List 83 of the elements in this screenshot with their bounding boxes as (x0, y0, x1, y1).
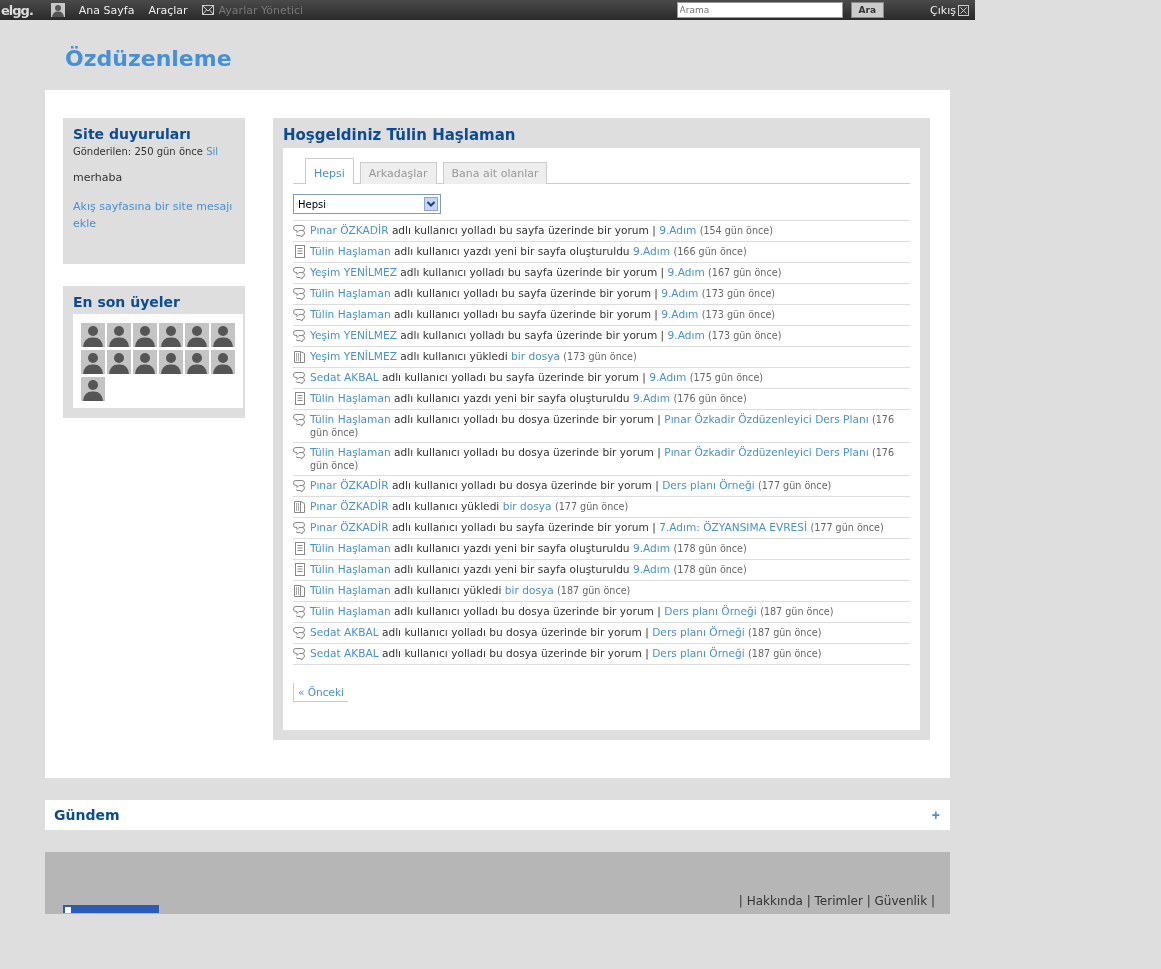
nav-link[interactable]: Ana Sayfa (78, 3, 135, 17)
user-link[interactable]: Yeşim YENİLMEZ (310, 266, 397, 278)
panel-title: Site duyuruları (73, 126, 192, 142)
item-link[interactable]: bir dosya (511, 350, 560, 362)
activity-text: Sedat AKBAL adlı kullanıcı yolladı bu dosya üzerinde bir yorum | Ders planı Örneği (187 gün önce) (310, 626, 823, 639)
item-link[interactable]: Ders planı Örneği (652, 647, 745, 659)
item-link[interactable]: 9.Adım (659, 224, 697, 236)
item-link[interactable]: bir dosya (502, 500, 552, 512)
activity-text: Pınar ÖZKADİR adlı kullanıcı yolladı bu dosya üzerinde bir yorum | Ders planı Örneği (177 gün önce) (310, 479, 833, 492)
nav-link[interactable]: Ayarlar Yönetici (218, 3, 304, 17)
site-logo[interactable]: elgg. (1, 2, 33, 18)
filter-dropdown[interactable]: Hepsi (293, 194, 441, 214)
item-link[interactable]: Ders planı Örneği (662, 479, 755, 491)
search-field[interactable]: Arama (676, 2, 843, 18)
delete-link[interactable]: Sil (206, 146, 219, 157)
activity-text: Tülin Haşlaman adlı kullanıcı yükledi bir dosya (187 gün önce) (310, 584, 632, 597)
item-link[interactable]: bir dosya (504, 584, 554, 596)
item-link[interactable]: 9.Adım (661, 308, 699, 320)
activity-text: Tülin Haşlaman adlı kullanıcı yolladı bu dosya üzerinde bir yorum | Pınar Özkadir Özdüzenleyici Ders Planı (176 gün önce) (310, 446, 895, 472)
posted-text: Gönderilen: 250 gün önce Sil (73, 146, 220, 157)
activity-text: Pınar ÖZKADİR adlı kullanıcı yükledi bir dosya (177 gün önce) (310, 500, 630, 513)
welcome-title: Hoşgeldiniz Tülin Haşlaman (283, 126, 517, 144)
activity-text: Tülin Haşlaman adlı kullanıcı yazdı yeni bir sayfa oluşturuldu 9.Adım (178 gün önce) (310, 563, 748, 576)
activity-text: Yeşim YENİLMEZ adlı kullanıcı yükledi bir dosya (173 gün önce) (310, 350, 638, 363)
activity-text: Pınar ÖZKADİR adlı kullanıcı yolladı bu sayfa üzerinde bir yorum | 9.Adım (154 gün önce) (310, 224, 774, 237)
footer-links: | Hakkında | Terimler | Güvenlik | (738, 894, 935, 908)
activity-text: Tülin Haşlaman adlı kullanıcı yolladı bu sayfa üzerinde bir yorum | 9.Adım (173 gün önce) (310, 287, 777, 300)
item-link[interactable]: 9.Adım (667, 266, 705, 278)
item-link[interactable]: 9.Adım (632, 542, 671, 554)
item-link[interactable]: Ders planı Örneği (664, 605, 757, 617)
user-link[interactable]: Pınar ÖZKADİR (310, 500, 389, 512)
activity-text: Tülin Haşlaman adlı kullanıcı yolladı bu sayfa üzerinde bir yorum | 9.Adım (173 gün önce) (310, 308, 777, 321)
panel-title: En son üyeler (73, 294, 181, 310)
item-link[interactable]: 9.Adım (632, 563, 671, 575)
activity-text: Yeşim YENİLMEZ adlı kullanıcı yolladı bu sayfa üzerinde bir yorum | 9.Adım (167 gün önce) (310, 266, 783, 279)
item-link[interactable]: 7.Adım: ÖZYANSIMA EVRESİ (659, 521, 808, 533)
previous-link[interactable]: « Önceki (293, 683, 348, 702)
nav-link[interactable]: Araçlar (148, 3, 188, 17)
user-link[interactable]: Pınar ÖZKADİR (310, 224, 389, 236)
user-link[interactable]: Tülin Haşlaman (310, 413, 391, 425)
filter-tab[interactable]: Hepsi (305, 158, 354, 184)
item-link[interactable]: 9.Adım (649, 371, 687, 383)
user-link[interactable]: Sedat AKBAL (310, 371, 379, 383)
item-link[interactable]: 9.Adım (632, 245, 671, 257)
announcement-text: merhaba (73, 171, 124, 184)
user-link[interactable]: Tülin Haşlaman (310, 446, 391, 458)
filter-tab[interactable]: Arkadaşlar (359, 162, 437, 184)
section-title: Gündem (54, 807, 120, 823)
expand-button[interactable]: + (927, 807, 944, 823)
activity-text: Sedat AKBAL adlı kullanıcı yolladı bu sayfa üzerinde bir yorum | 9.Adım (175 gün önce) (310, 371, 765, 384)
user-link[interactable]: Tülin Haşlaman (310, 563, 391, 575)
item-link[interactable]: Pınar Özkadir Özdüzenleyici Ders Planı (664, 413, 869, 425)
activity-text: Tülin Haşlaman adlı kullanıcı yazdı yeni bir sayfa oluşturuldu 9.Adım (166 gün önce) (310, 245, 748, 258)
user-link[interactable]: Pınar ÖZKADİR (310, 521, 389, 533)
activity-text: Pınar ÖZKADİR adlı kullanıcı yolladı bu sayfa üzerinde bir yorum | 7.Adım: ÖZYANSIMA EVRESİ (177 gün önce) (310, 521, 885, 534)
user-link[interactable]: Tülin Haşlaman (310, 605, 391, 617)
activity-text: Sedat AKBAL adlı kullanıcı yolladı bu dosya üzerinde bir yorum | Ders planı Örneği (187 gün önce) (310, 647, 823, 660)
item-link[interactable]: 9.Adım (667, 329, 705, 341)
activity-text: Yeşim YENİLMEZ adlı kullanıcı yolladı bu sayfa üzerinde bir yorum | 9.Adım (173 gün önce) (310, 329, 783, 342)
user-link[interactable]: Yeşim YENİLMEZ (310, 329, 397, 341)
user-link[interactable]: Sedat AKBAL (310, 626, 379, 638)
item-link[interactable]: Ders planı Örneği (652, 626, 745, 638)
user-link[interactable]: Tülin Haşlaman (310, 245, 391, 257)
page-title: Özdüzenleme (65, 45, 233, 73)
item-link[interactable]: 9.Adım (632, 392, 671, 404)
user-link[interactable]: Tülin Haşlaman (310, 287, 391, 299)
user-link[interactable]: Tülin Haşlaman (310, 584, 391, 596)
search-button[interactable]: Ara (850, 2, 885, 18)
add-message-link[interactable]: Akış sayfasına bir site mesajı ekle (73, 198, 235, 232)
activity-text: Tülin Haşlaman adlı kullanıcı yolladı bu dosya üzerinde bir yorum | Ders planı Örneği (187 gün önce) (310, 605, 835, 618)
logout-link[interactable]: Çıkış (930, 3, 956, 17)
activity-text: Tülin Haşlaman adlı kullanıcı yolladı bu dosya üzerinde bir yorum | Pınar Özkadir Özdüzenleyici Ders Planı (176 gün önce) (310, 413, 895, 439)
user-link[interactable]: Tülin Haşlaman (310, 308, 391, 320)
item-link[interactable]: 9.Adım (661, 287, 699, 299)
user-link[interactable]: Yeşim YENİLMEZ (310, 350, 397, 362)
user-link[interactable]: Sedat AKBAL (310, 647, 379, 659)
activity-text: Tülin Haşlaman adlı kullanıcı yazdı yeni bir sayfa oluşturuldu 9.Adım (178 gün önce) (310, 542, 748, 555)
user-link[interactable]: Tülin Haşlaman (310, 542, 391, 554)
item-link[interactable]: Pınar Özkadir Özdüzenleyici Ders Planı (664, 446, 869, 458)
user-link[interactable]: Tülin Haşlaman (310, 392, 391, 404)
filter-tab[interactable]: Bana ait olanlar (442, 162, 548, 184)
activity-text: Tülin Haşlaman adlı kullanıcı yazdı yeni bir sayfa oluşturuldu 9.Adım (176 gün önce) (310, 392, 748, 405)
user-link[interactable]: Pınar ÖZKADİR (310, 479, 389, 491)
